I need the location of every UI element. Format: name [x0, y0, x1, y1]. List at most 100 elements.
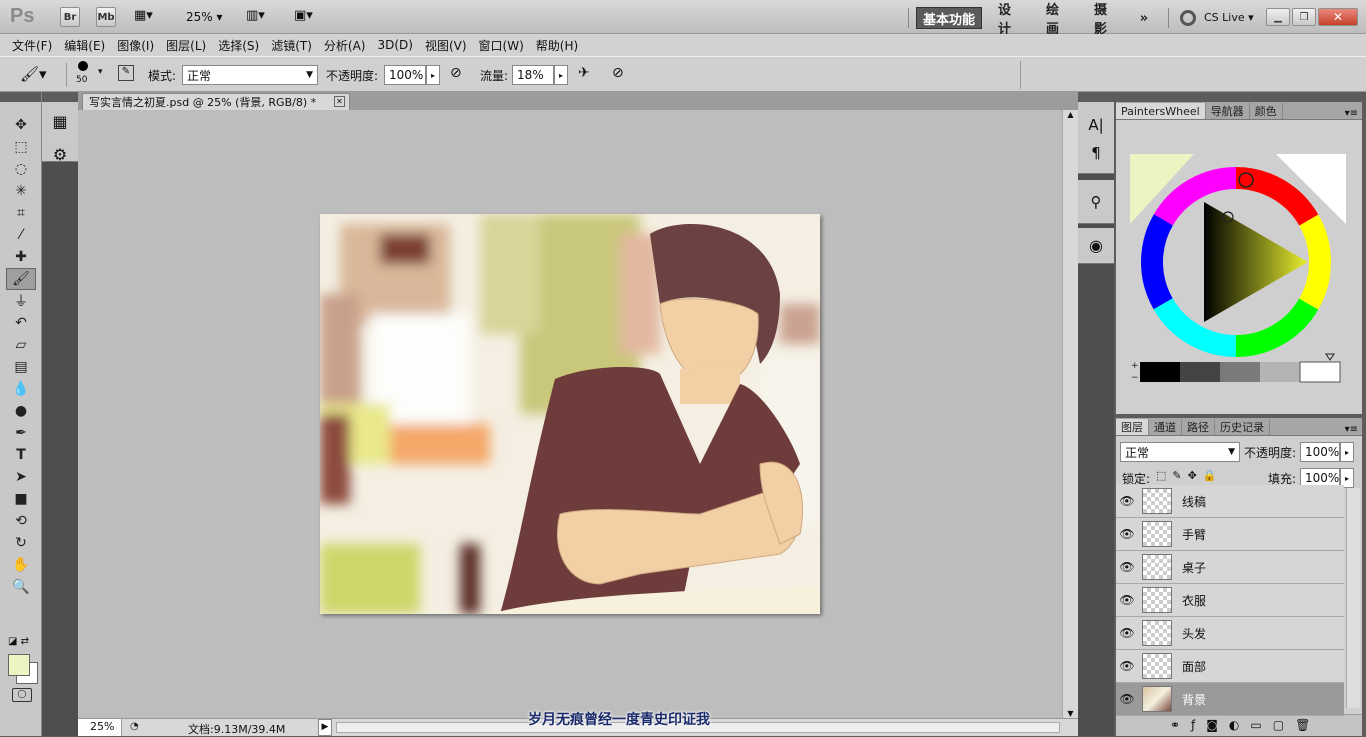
layer-row[interactable]: 👁 桌子 [1116, 551, 1344, 584]
tab-navigator[interactable]: 导航器 [1206, 103, 1250, 119]
path-selection-tool-icon[interactable]: ➤ [6, 466, 36, 488]
menu-view[interactable]: 视图(V) [419, 37, 473, 54]
cs-live-icon[interactable] [1180, 10, 1196, 26]
tablet-opacity-icon[interactable]: ⊘ [450, 65, 462, 81]
layer-row[interactable]: 👁 面部 [1116, 650, 1344, 683]
tab-painterswheel[interactable]: PaintersWheel [1116, 103, 1206, 119]
default-colors-icon[interactable]: ◪ ⇄ [8, 636, 29, 647]
opacity-input[interactable]: 100% [384, 65, 426, 85]
proof-icon[interactable]: ◔ [130, 721, 139, 732]
history-brush-tool-icon[interactable]: ↶ [6, 312, 36, 334]
menu-image[interactable]: 图像(I) [111, 37, 160, 54]
flow-slider-arrow-icon[interactable]: ▸ [554, 65, 568, 85]
zoom-tool-icon[interactable]: 🔍 [6, 576, 36, 598]
visibility-eye-icon[interactable]: 👁 [1116, 560, 1138, 574]
status-zoom-field[interactable]: 25% [78, 719, 122, 736]
close-window-button[interactable]: ✕ [1318, 8, 1358, 26]
menu-file[interactable]: 文件(F) [6, 37, 58, 54]
layer-row[interactable]: 👁 背景 [1116, 683, 1344, 716]
blur-tool-icon[interactable]: 💧 [6, 378, 36, 400]
brush-panel-toggle-icon[interactable]: ✎ [118, 65, 134, 81]
foreground-color-swatch[interactable] [8, 654, 30, 676]
visibility-eye-icon[interactable]: 👁 [1116, 659, 1138, 673]
layer-blend-mode-select[interactable]: 正常 ▼ [1120, 442, 1240, 462]
menu-select[interactable]: 选择(S) [212, 37, 265, 54]
3d-panel-icon[interactable]: ◉ [1089, 236, 1103, 255]
brush-tip-icon[interactable] [78, 61, 88, 71]
zoom-level-dropdown[interactable]: 25% ▾ [186, 10, 223, 24]
minimize-button[interactable]: ▁ [1266, 8, 1290, 26]
lasso-tool-icon[interactable]: ◌ [6, 158, 36, 180]
workspace-photography[interactable]: 摄影 [1088, 3, 1124, 37]
healing-brush-tool-icon[interactable]: ✚ [6, 246, 36, 268]
menu-filter[interactable]: 滤镜(T) [265, 37, 318, 54]
tab-history[interactable]: 历史记录 [1215, 419, 1270, 435]
gradient-tool-icon[interactable]: ▤ [6, 356, 36, 378]
workspace-essentials[interactable]: 基本功能 [916, 7, 982, 29]
hand-tool-icon[interactable]: ✋ [6, 554, 36, 576]
layers-footer-buttons[interactable]: ⚭ƒ◙◐▭▢🗑 [1116, 714, 1362, 736]
3d-orbit-tool-icon[interactable]: ↻ [6, 532, 36, 554]
3d-rotate-tool-icon[interactable]: ⟲ [6, 510, 36, 532]
crop-tool-icon[interactable]: ⌗ [6, 202, 36, 224]
more-workspaces-icon[interactable]: » [1132, 7, 1156, 29]
view-extras-icon[interactable]: ▦▾ [134, 8, 164, 26]
layer-row[interactable]: 👁 衣服 [1116, 584, 1344, 617]
layer-row[interactable]: 👁 线稿 [1116, 485, 1344, 518]
layer-opacity-arrow-icon[interactable]: ▸ [1340, 442, 1354, 462]
workspace-painting[interactable]: 绘画 [1040, 3, 1076, 37]
eraser-tool-icon[interactable]: ▱ [6, 334, 36, 356]
screen-mode-icon[interactable]: ▣▾ [294, 8, 313, 23]
quick-mask-icon[interactable]: ◯ [12, 688, 32, 702]
menu-analysis[interactable]: 分析(A) [318, 37, 372, 54]
menu-layer[interactable]: 图层(L) [160, 37, 212, 54]
marquee-tool-icon[interactable]: ⬚ [6, 136, 36, 158]
color-wheel[interactable]: + − [1116, 120, 1362, 414]
panel-menu-icon[interactable]: ▾≡ [1345, 108, 1362, 119]
menu-help[interactable]: 帮助(H) [530, 37, 584, 54]
move-tool-icon[interactable]: ✥ [6, 114, 36, 136]
layer-row[interactable]: 👁 头发 [1116, 617, 1344, 650]
visibility-eye-icon[interactable]: 👁 [1116, 692, 1138, 706]
document-tab[interactable]: 写实言情之初夏.psd @ 25% (背景, RGB/8) * ✕ [82, 93, 350, 110]
tool-preset-picker[interactable]: 🖌▾ [20, 65, 47, 83]
tool-presets-icon[interactable]: ⚙ [53, 145, 67, 164]
visibility-eye-icon[interactable]: 👁 [1116, 593, 1138, 607]
tab-paths[interactable]: 路径 [1182, 419, 1215, 435]
blend-mode-select[interactable]: 正常 ▼ [182, 65, 318, 85]
cs-live-menu[interactable]: CS Live ▾ [1204, 11, 1254, 24]
flow-input[interactable]: 18% [512, 65, 554, 85]
lock-icons[interactable]: ⬚✎✥🔒 [1156, 469, 1223, 482]
clone-source-icon[interactable]: ⚲ [1091, 193, 1102, 211]
layer-opacity-input[interactable]: 100% [1300, 442, 1340, 462]
swatches-panel-icon[interactable]: ▦ [52, 112, 67, 131]
menu-3d[interactable]: 3D(D) [371, 38, 418, 52]
shape-tool-icon[interactable]: ■ [6, 488, 36, 510]
opacity-slider-arrow-icon[interactable]: ▸ [426, 65, 440, 85]
toolbox-header[interactable] [0, 92, 41, 102]
pen-tool-icon[interactable]: ✒ [6, 422, 36, 444]
tablet-size-icon[interactable]: ⊘ [612, 65, 624, 81]
vertical-scrollbar[interactable]: ▲ ▼ [1062, 110, 1078, 718]
document-canvas[interactable] [320, 214, 820, 614]
layer-row[interactable]: 👁 手臂 [1116, 518, 1344, 551]
character-panel-icon[interactable]: A| [1088, 116, 1103, 134]
magic-wand-tool-icon[interactable]: ✳ [6, 180, 36, 202]
visibility-eye-icon[interactable]: 👁 [1116, 527, 1138, 541]
canvas-area[interactable] [78, 110, 1062, 718]
airbrush-icon[interactable]: ✈ [578, 65, 590, 81]
eyedropper-tool-icon[interactable]: ⁄ [6, 224, 36, 246]
clone-stamp-tool-icon[interactable]: ⏚ [6, 290, 36, 312]
visibility-eye-icon[interactable]: 👁 [1116, 626, 1138, 640]
dodge-tool-icon[interactable]: ● [6, 400, 36, 422]
layers-menu-icon[interactable]: ▾≡ [1345, 424, 1362, 435]
type-tool-icon[interactable]: T [6, 444, 36, 466]
close-tab-icon[interactable]: ✕ [334, 96, 345, 107]
restore-button[interactable]: ❐ [1292, 8, 1316, 26]
tab-color[interactable]: 颜色 [1250, 103, 1283, 119]
brush-picker-arrow-icon[interactable]: ▾ [98, 67, 103, 77]
brush-tool-icon[interactable]: 🖌 [6, 268, 36, 290]
tab-layers[interactable]: 图层 [1116, 419, 1149, 435]
mini-bridge-button[interactable]: Mb [96, 7, 116, 27]
layers-scrollbar[interactable] [1346, 488, 1360, 708]
